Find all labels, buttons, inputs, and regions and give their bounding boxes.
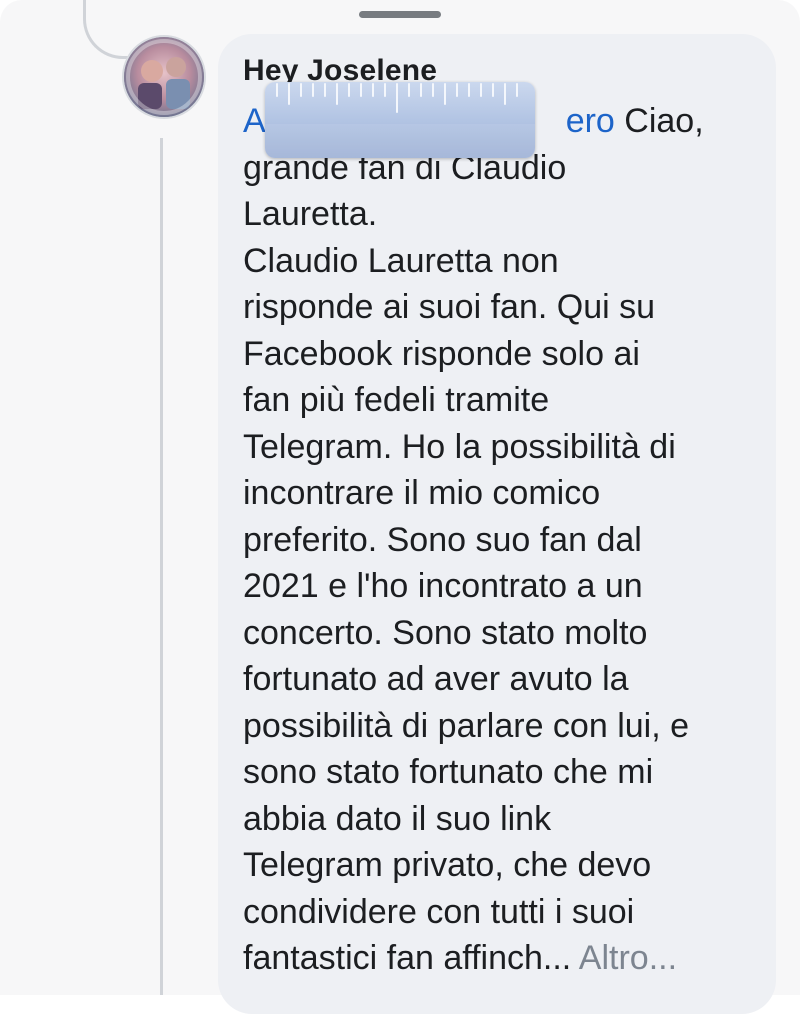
see-more-link[interactable]: Altro...: [571, 939, 677, 977]
profile-photo-icon: [124, 37, 204, 117]
ruler-icon: [265, 82, 535, 158]
thread-connector-line: [160, 138, 163, 995]
mention-link-start[interactable]: A: [243, 102, 266, 140]
comment-line1-tail: Ciao,: [614, 102, 704, 140]
comment-body: grande fan di Claudio Lauretta. Claudio …: [243, 148, 690, 978]
grab-handle[interactable]: [359, 11, 441, 18]
mention-link-end[interactable]: ero: [566, 102, 615, 140]
comment-text: Aero Ciao, grande fan di Claudio Laurett…: [243, 98, 763, 982]
avatar[interactable]: [122, 35, 206, 119]
